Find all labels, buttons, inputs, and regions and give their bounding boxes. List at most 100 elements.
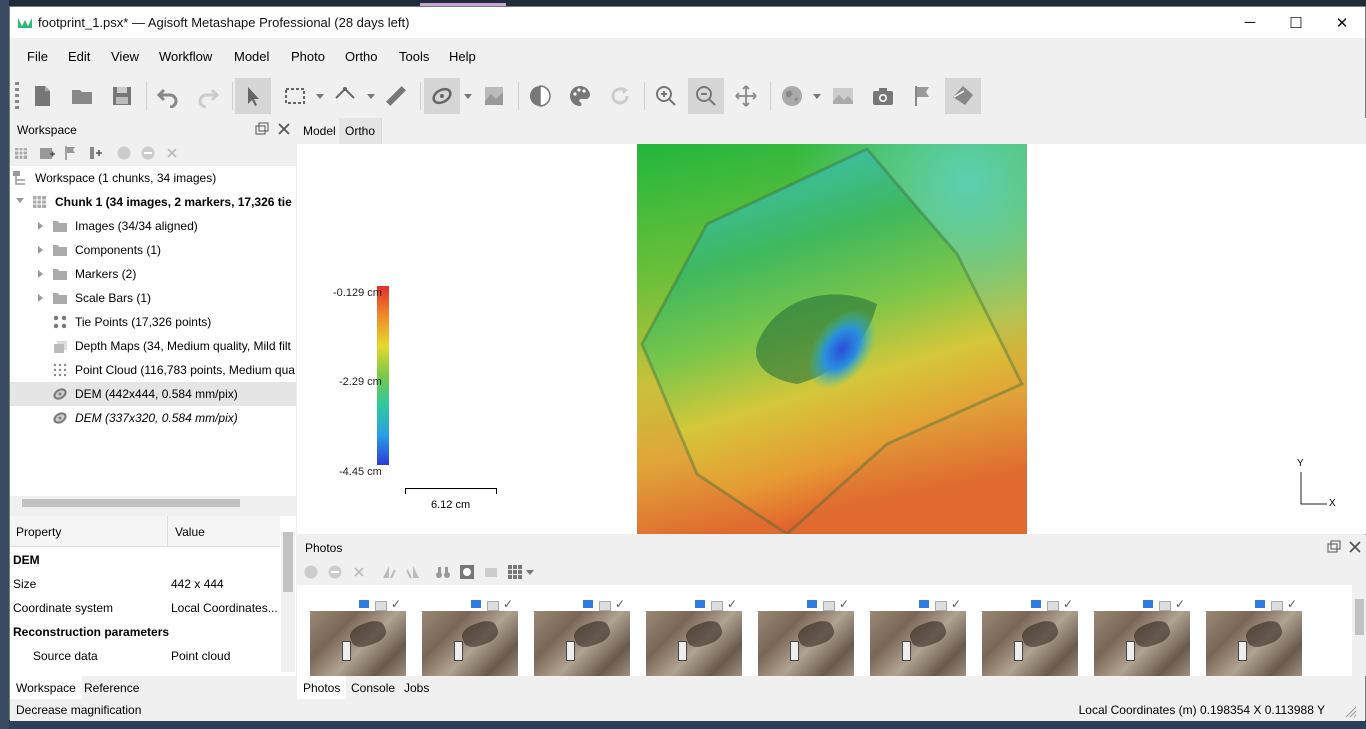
menu-workflow[interactable]: Workflow (159, 49, 212, 64)
close-panel-icon[interactable] (1347, 539, 1363, 555)
tree-item-dem-inactive[interactable]: DEM (337x320, 0.584 mm/pix) (10, 406, 296, 430)
tree-item-scale-bars[interactable]: Scale Bars (1) (10, 286, 296, 310)
menu-help[interactable]: Help (449, 49, 476, 64)
disable-item-icon[interactable] (140, 145, 156, 161)
tab-photos[interactable]: Photos (297, 676, 347, 699)
tree-item-chunk[interactable]: Chunk 1 (34 images, 2 markers, 17,326 ti… (10, 190, 296, 214)
enable-camera-icon[interactable] (303, 564, 319, 580)
property-row[interactable]: Size 442 x 444 (10, 572, 280, 596)
disable-camera-icon[interactable] (327, 564, 343, 580)
save-button[interactable] (104, 78, 140, 114)
add-photos-icon[interactable] (39, 145, 55, 161)
tree-item-depth-maps[interactable]: Depth Maps (34, Medium quality, Mild fil… (10, 334, 296, 358)
property-column-header[interactable]: Property (16, 525, 61, 539)
mask-icon[interactable] (459, 564, 475, 580)
navigation-tool-button[interactable] (235, 78, 271, 114)
tab-model[interactable]: Model (297, 118, 343, 144)
tree-item-components[interactable]: Components (1) (10, 238, 296, 262)
minimize-button[interactable]: ─ (1227, 7, 1273, 38)
collapse-arrow-icon[interactable] (16, 198, 24, 203)
photos-vertical-scrollbar[interactable] (1352, 585, 1366, 676)
redo-button[interactable] (190, 78, 226, 114)
add-marker-icon[interactable] (63, 145, 79, 161)
scrollbar-thumb[interactable] (22, 499, 240, 507)
photo-thumbnail[interactable]: ✓ (531, 585, 631, 676)
dem-view-button[interactable] (424, 78, 460, 114)
globe-dropdown-icon[interactable] (813, 94, 821, 99)
orthomosaic-view-button[interactable] (476, 78, 512, 114)
property-row[interactable]: Reconstruction parameters (10, 620, 280, 644)
tab-ortho[interactable]: Ortho (339, 118, 383, 144)
undo-button[interactable] (150, 78, 186, 114)
markers-button[interactable] (905, 78, 941, 114)
tab-jobs[interactable]: Jobs (398, 676, 435, 699)
dem-elevation-map[interactable] (637, 144, 1027, 534)
undock-icon[interactable] (1326, 539, 1342, 555)
menu-ortho[interactable]: Ortho (345, 49, 378, 64)
scrollbar-thumb[interactable] (283, 532, 293, 592)
scrollbar-thumb[interactable] (1355, 599, 1364, 635)
tab-reference[interactable]: Reference (78, 676, 145, 699)
add-shape-icon[interactable] (87, 145, 103, 161)
maximize-button[interactable]: ☐ (1273, 7, 1319, 38)
expand-arrow-icon[interactable] (38, 294, 43, 302)
contrast-button[interactable] (522, 78, 558, 114)
open-button[interactable] (64, 78, 100, 114)
undock-icon[interactable] (254, 121, 270, 137)
palette-button[interactable] (562, 78, 598, 114)
globe-view-button[interactable] (774, 78, 810, 114)
add-chunk-icon[interactable] (14, 145, 30, 161)
properties-vertical-scrollbar[interactable] (281, 532, 295, 672)
rotate-left-icon[interactable] (381, 564, 397, 580)
capture-view-button[interactable] (865, 78, 901, 114)
property-row[interactable]: Source data Point cloud (10, 644, 280, 668)
tree-item-images[interactable]: Images (34/34 aligned) (10, 214, 296, 238)
shapes-button[interactable] (945, 78, 981, 114)
workspace-horizontal-scrollbar[interactable] (10, 496, 296, 510)
tab-console[interactable]: Console (345, 676, 401, 699)
measure-dropdown-icon[interactable] (367, 94, 375, 99)
fit-view-button[interactable] (728, 78, 764, 114)
zoom-in-button[interactable] (648, 78, 684, 114)
image-quality-icon[interactable] (483, 564, 499, 580)
tree-item-markers[interactable]: Markers (2) (10, 262, 296, 286)
expand-arrow-icon[interactable] (38, 270, 43, 278)
dem-dropdown-icon[interactable] (464, 94, 472, 99)
photo-thumbnail[interactable]: ✓ (419, 585, 519, 676)
photo-thumbnail[interactable]: ✓ (307, 585, 407, 676)
tree-item-dem-active[interactable]: DEM (442x444, 0.584 mm/pix) (10, 382, 296, 406)
menu-photo[interactable]: Photo (291, 49, 325, 64)
ortho-view[interactable]: -0.129 cm -2.29 cm -4.45 cm 6.12 cm Y X (297, 144, 1366, 534)
zoom-out-button[interactable] (688, 78, 724, 114)
expand-arrow-icon[interactable] (38, 222, 43, 230)
tree-item-point-cloud[interactable]: Point Cloud (116,783 points, Medium qua (10, 358, 296, 382)
close-panel-icon[interactable] (276, 121, 292, 137)
expand-arrow-icon[interactable] (38, 246, 43, 254)
menu-view[interactable]: View (111, 49, 139, 64)
photo-thumbnail[interactable]: ✓ (1203, 585, 1303, 676)
photo-thumbnail[interactable]: ✓ (979, 585, 1079, 676)
photo-thumbnail[interactable]: ✓ (643, 585, 743, 676)
ruler-button[interactable] (378, 78, 414, 114)
photo-thumbnail[interactable]: ✓ (867, 585, 967, 676)
menu-edit[interactable]: Edit (68, 49, 90, 64)
menu-file[interactable]: File (27, 49, 48, 64)
ruler-tool-button[interactable] (327, 78, 363, 114)
reset-view-button[interactable] (602, 78, 638, 114)
size-grip-icon[interactable] (1341, 702, 1357, 718)
view-mode-dropdown-icon[interactable] (526, 570, 534, 575)
tree-item-tie-points[interactable]: Tie Points (17,326 points) (10, 310, 296, 334)
rotate-right-icon[interactable] (405, 564, 421, 580)
menu-tools[interactable]: Tools (399, 49, 429, 64)
image-button[interactable] (825, 78, 861, 114)
photo-thumbnail[interactable]: ✓ (755, 585, 855, 676)
binoculars-icon[interactable] (435, 564, 451, 580)
selection-dropdown-icon[interactable] (316, 94, 324, 99)
tab-workspace[interactable]: Workspace (10, 676, 82, 699)
toolbar-grip[interactable] (15, 82, 19, 112)
rectangle-selection-button[interactable] (277, 78, 313, 114)
view-mode-grid-icon[interactable] (507, 564, 523, 580)
menu-model[interactable]: Model (234, 49, 269, 64)
new-document-button[interactable] (24, 78, 60, 114)
value-column-header[interactable]: Value (175, 525, 205, 539)
